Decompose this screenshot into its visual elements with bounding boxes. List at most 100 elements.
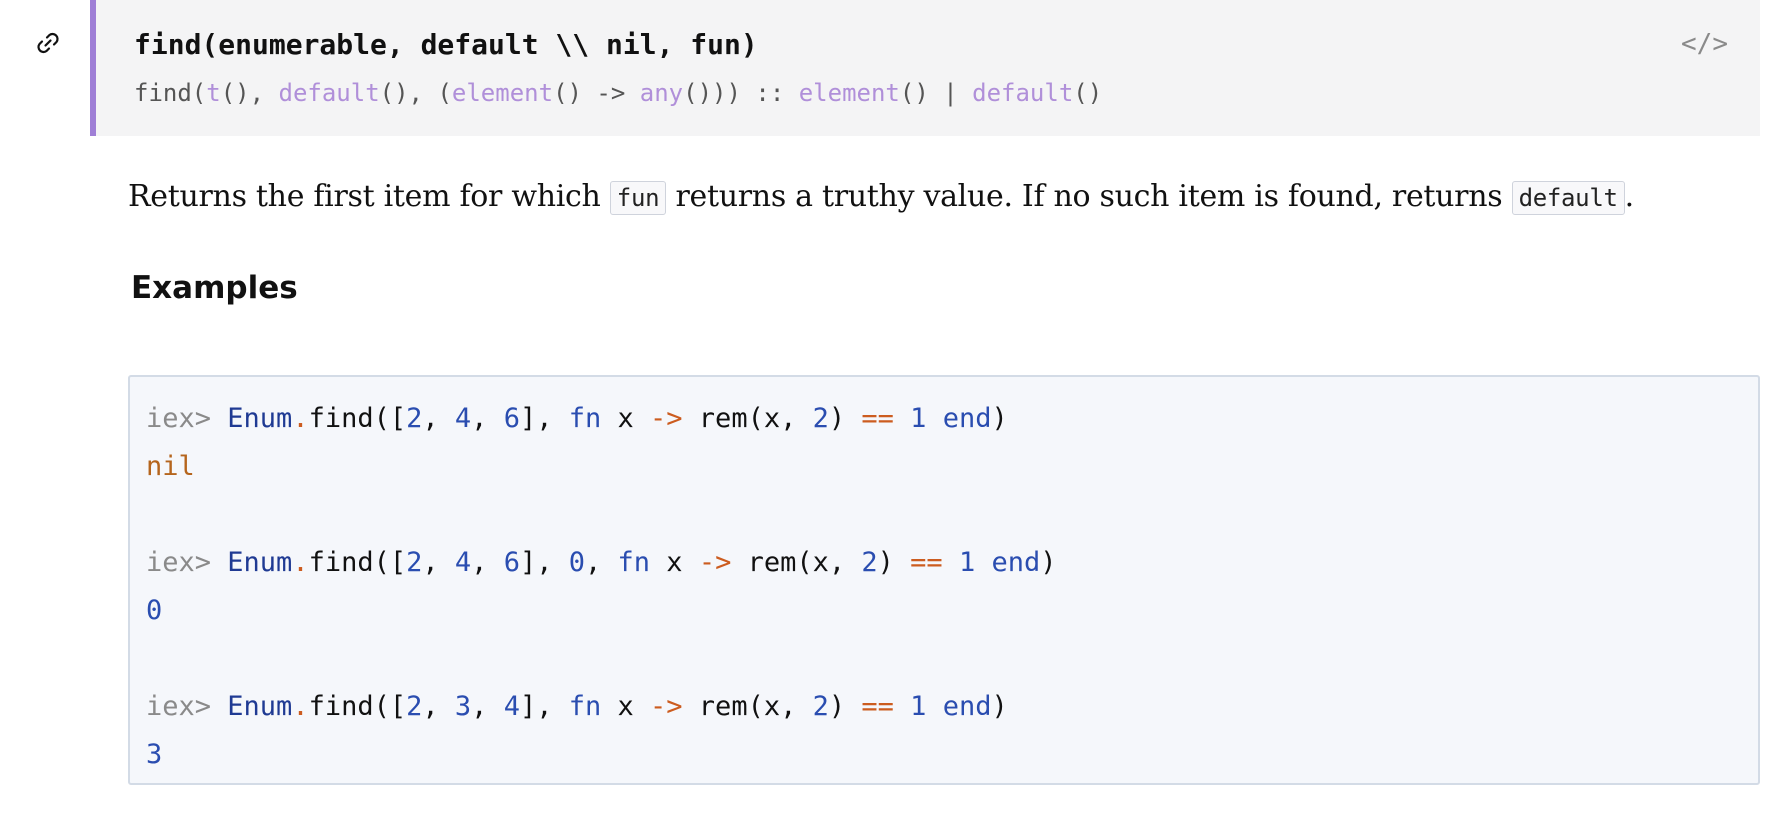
code-punct: ) bbox=[1040, 547, 1057, 578]
spec-type-link[interactable]: any bbox=[640, 79, 683, 107]
code-keyword: end bbox=[942, 403, 992, 434]
code-punct: , bbox=[422, 403, 455, 434]
code-keyword: fn bbox=[568, 403, 602, 434]
inline-code-default: default bbox=[1511, 181, 1625, 215]
code-punct: ) bbox=[991, 403, 1008, 434]
spec-text: () bbox=[1073, 79, 1103, 107]
code-module: Enum bbox=[227, 403, 293, 434]
code-punct: , bbox=[422, 547, 455, 578]
function-description: Returns the first item for which fun ret… bbox=[128, 176, 1748, 219]
code-result-line: nil bbox=[146, 443, 1742, 491]
function-signature: find(enumerable, default \\ nil, fun) bbox=[134, 28, 758, 61]
code-punct: , bbox=[471, 691, 504, 722]
iex-prompt: iex> bbox=[146, 691, 228, 722]
spec-text: () -> bbox=[553, 79, 640, 107]
code-operator: -> bbox=[698, 547, 732, 578]
code-result-line: 0 bbox=[146, 587, 1742, 635]
code-input-line: iex> Enum.find([2, 4, 6], fn x -> rem(x,… bbox=[146, 395, 1742, 443]
function-spec: find(t(), default(), (element() -> any()… bbox=[134, 76, 1102, 110]
spec-type-link[interactable]: t bbox=[206, 79, 220, 107]
code-operator: == bbox=[861, 691, 894, 722]
code-var: x bbox=[650, 547, 699, 578]
code-input-line: iex> Enum.find([2, 4, 6], 0, fn x -> rem… bbox=[146, 539, 1742, 587]
code-call: find([ bbox=[308, 403, 407, 434]
code-punct: , bbox=[585, 547, 618, 578]
code-punct: ], bbox=[519, 547, 569, 578]
iex-prompt: iex> bbox=[146, 403, 228, 434]
code-dot: . bbox=[292, 547, 309, 578]
code-var: x bbox=[601, 403, 651, 434]
code-number: 2 bbox=[406, 691, 423, 722]
code-number: 0 bbox=[568, 547, 585, 578]
spec-type-link[interactable]: element bbox=[799, 79, 900, 107]
code-call: rem(x, bbox=[682, 403, 813, 434]
code-keyword: fn bbox=[568, 691, 602, 722]
code-number: 1 bbox=[958, 547, 976, 578]
description-text: Returns the first item for which bbox=[128, 179, 610, 214]
code-result: nil bbox=[146, 451, 195, 482]
code-call: rem(x, bbox=[682, 691, 813, 722]
view-source-icon[interactable]: </> bbox=[1681, 28, 1728, 60]
link-icon[interactable] bbox=[33, 28, 63, 58]
code-input-line: iex> Enum.find([2, 3, 4], fn x -> rem(x,… bbox=[146, 683, 1742, 731]
code-module: Enum bbox=[227, 691, 293, 722]
code-number: 6 bbox=[503, 403, 520, 434]
code-operator: -> bbox=[650, 403, 683, 434]
spec-type-link[interactable]: element bbox=[452, 79, 553, 107]
code-operator: == bbox=[861, 403, 894, 434]
code-operator: -> bbox=[650, 691, 683, 722]
spec-text: (), ( bbox=[379, 79, 452, 107]
code-var: x bbox=[601, 691, 651, 722]
function-detail-header: find(enumerable, default \\ nil, fun) </… bbox=[90, 0, 1760, 136]
code-dot: . bbox=[292, 691, 309, 722]
iex-prompt: iex> bbox=[146, 547, 228, 578]
code-keyword: fn bbox=[617, 547, 651, 578]
code-result: 0 bbox=[146, 595, 163, 626]
spec-text: find( bbox=[134, 79, 207, 107]
code-number: 2 bbox=[406, 403, 423, 434]
spec-type-link[interactable]: default bbox=[279, 79, 380, 107]
code-number: 1 bbox=[910, 403, 927, 434]
code-call: find([ bbox=[308, 691, 407, 722]
spec-text: (), bbox=[220, 79, 279, 107]
code-number: 3 bbox=[454, 691, 472, 722]
code-number: 4 bbox=[454, 547, 472, 578]
code-punct: , bbox=[471, 403, 504, 434]
spec-type-link[interactable]: default bbox=[972, 79, 1073, 107]
code-number: 2 bbox=[812, 403, 829, 434]
code-module: Enum bbox=[227, 547, 293, 578]
code-number: 4 bbox=[503, 691, 520, 722]
code-punct: ], bbox=[519, 403, 569, 434]
code-dot: . bbox=[292, 403, 309, 434]
description-text: . bbox=[1624, 179, 1635, 214]
code-call: rem(x, bbox=[731, 547, 862, 578]
code-punct: ], bbox=[519, 691, 569, 722]
code-operator: == bbox=[910, 547, 943, 578]
code-result: 3 bbox=[146, 739, 163, 770]
examples-code-block[interactable]: iex> Enum.find([2, 4, 6], fn x -> rem(x,… bbox=[128, 375, 1760, 785]
inline-code-fun: fun bbox=[609, 181, 667, 215]
code-result-line: 3 bbox=[146, 731, 1742, 779]
code-punct: ) bbox=[877, 547, 911, 578]
code-number: 6 bbox=[503, 547, 520, 578]
spec-text: () | bbox=[899, 79, 973, 107]
examples-heading: Examples bbox=[131, 270, 298, 306]
code-number: 1 bbox=[910, 691, 927, 722]
code-keyword: end bbox=[942, 691, 992, 722]
code-punct: , bbox=[422, 691, 455, 722]
code-punct: ) bbox=[828, 403, 862, 434]
code-number: 2 bbox=[812, 691, 829, 722]
code-number: 2 bbox=[861, 547, 878, 578]
code-keyword: end bbox=[991, 547, 1041, 578]
description-text: returns a truthy value. If no such item … bbox=[666, 179, 1512, 214]
code-call: find([ bbox=[308, 547, 407, 578]
spec-text: ())) :: bbox=[683, 79, 799, 107]
